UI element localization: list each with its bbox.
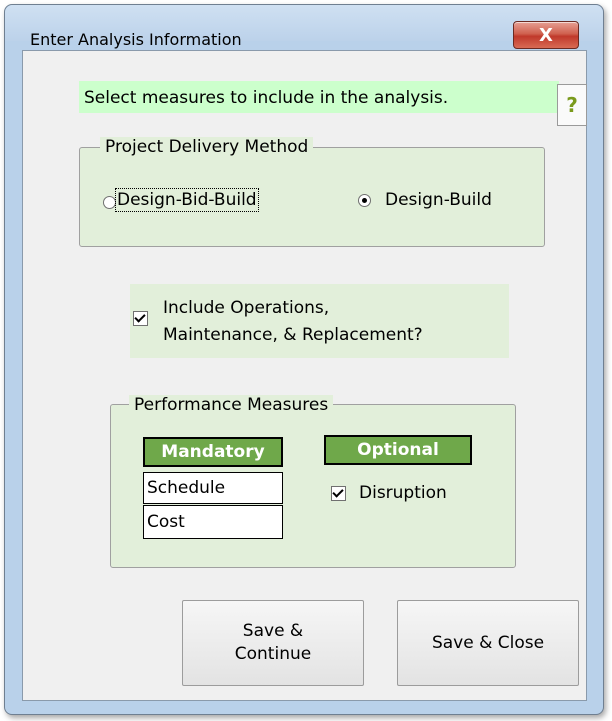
checkmark-icon — [134, 311, 146, 323]
radio-selected-dot — [362, 198, 367, 203]
help-icon: ? — [566, 93, 578, 117]
close-icon: X — [539, 24, 553, 46]
close-button[interactable]: X — [513, 21, 579, 49]
optional-header: Optional — [324, 435, 472, 465]
om-label-line1[interactable]: Include Operations, — [163, 298, 329, 318]
save-close-button[interactable]: Save & Close — [397, 600, 579, 686]
radio-design-bid-build[interactable] — [103, 196, 116, 209]
delivery-method-legend: Project Delivery Method — [100, 137, 314, 157]
window-title: Enter Analysis Information — [30, 30, 242, 49]
instruction-text: Select measures to include in the analys… — [84, 88, 449, 108]
om-label-line2[interactable]: Maintenance, & Replacement? — [163, 325, 423, 345]
performance-measures-legend: Performance Measures — [129, 395, 334, 415]
mandatory-header: Mandatory — [143, 437, 283, 467]
help-button[interactable]: ? — [557, 84, 587, 126]
om-checkbox[interactable] — [133, 311, 148, 326]
save-continue-button[interactable]: Save & Continue — [182, 600, 364, 686]
mandatory-item: Schedule — [143, 472, 283, 504]
disruption-label[interactable]: Disruption — [359, 483, 447, 503]
checkmark-icon — [332, 486, 344, 498]
label-design-build[interactable]: Design-Build — [385, 190, 492, 210]
label-design-bid-build[interactable]: Design-Bid-Build — [115, 188, 259, 212]
om-checkbox-panel — [130, 284, 509, 358]
radio-design-build[interactable] — [358, 194, 371, 207]
mandatory-item: Cost — [143, 505, 283, 539]
disruption-checkbox[interactable] — [331, 486, 346, 501]
